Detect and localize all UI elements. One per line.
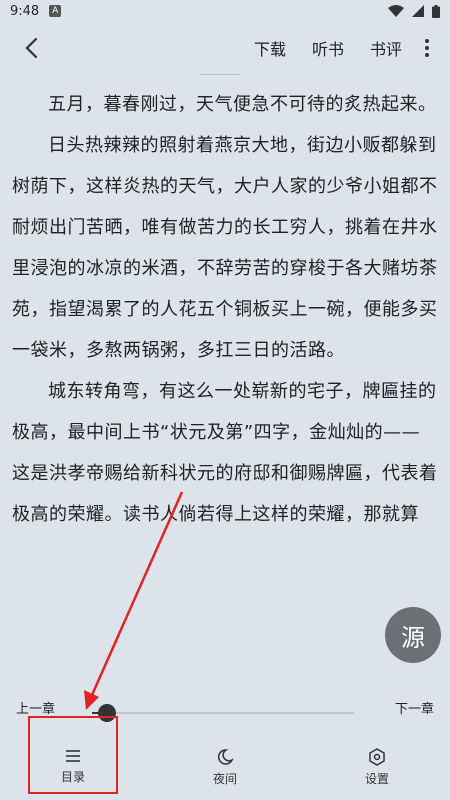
tab-settings[interactable]: 设置 (322, 736, 432, 800)
more-options-icon[interactable] (420, 36, 434, 60)
signal-icon (412, 5, 424, 17)
review-button[interactable]: 书评 (370, 36, 402, 60)
battery-icon (432, 4, 440, 18)
prev-chapter-button[interactable]: 上一章 (16, 698, 55, 717)
tab-label: 设置 (364, 772, 389, 786)
moon-icon (217, 749, 234, 765)
reader-toolbar: 下载 听书 书评 (0, 26, 450, 70)
status-time: 9:48 (10, 3, 40, 19)
header-divider (200, 74, 240, 75)
back-arrow-icon[interactable] (18, 36, 46, 60)
annotation-highlight-box (28, 716, 118, 794)
settings-icon (369, 748, 385, 766)
source-button[interactable]: 源 (385, 607, 441, 663)
tab-label: 夜间 (212, 772, 237, 786)
status-bar: 9:48 A (0, 0, 450, 22)
wifi-icon (388, 5, 404, 17)
tab-night-mode[interactable]: 夜间 (170, 736, 280, 800)
download-button[interactable]: 下载 (254, 36, 286, 60)
chapter-progress-track[interactable] (92, 712, 354, 714)
paragraph: 日头热辣辣的照射着燕京大地，街边小贩都躲到树荫下，这样炎热的天气，大户人家的少爷… (12, 135, 438, 361)
paragraph: 五月，暮春刚过，天气便急不可待的炙热起来。 (48, 94, 437, 115)
listen-button[interactable]: 听书 (312, 36, 344, 60)
next-chapter-button[interactable]: 下一章 (395, 698, 434, 717)
notification-icon: A (49, 5, 62, 17)
paragraph: 城东转角弯，有这么一处崭新的宅子，牌匾挂的极高，最中间上书“状元及第”四字，金灿… (12, 381, 438, 525)
chapter-text: 五月，暮春刚过，天气便急不可待的炙热起来。 日头热辣辣的照射着燕京大地，街边小贩… (12, 84, 438, 684)
